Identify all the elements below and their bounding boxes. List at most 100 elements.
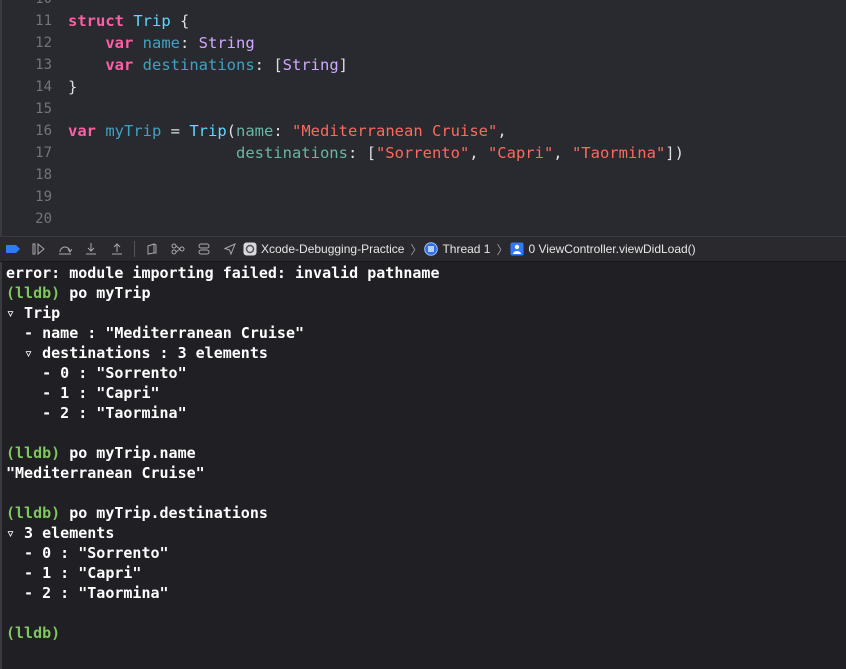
code-token: var	[105, 56, 134, 74]
chevron-right-icon: 〉	[410, 242, 423, 257]
step-out-icon[interactable]	[104, 237, 130, 261]
code-token: Trip	[189, 122, 227, 140]
line-number[interactable]: 10	[2, 0, 52, 10]
code-token: var	[105, 34, 134, 52]
console-line: - 0 : "Sorrento"	[6, 543, 169, 563]
code-token: name	[142, 34, 180, 52]
console-text: error: module importing failed: invalid …	[6, 264, 440, 282]
line-number[interactable]: 20	[2, 208, 52, 230]
code-token: =	[161, 122, 190, 140]
code-token: {	[170, 12, 190, 30]
console-line: - 0 : "Sorrento"	[6, 363, 187, 383]
console-line: - 2 : "Taormina"	[6, 583, 169, 603]
console-text: - name : "Mediterranean Cruise"	[6, 324, 305, 342]
stack-frame-icon	[510, 242, 524, 256]
divider	[134, 241, 135, 257]
thread-name: Thread 1	[442, 242, 491, 256]
code-token: struct	[68, 12, 124, 30]
console-line: - 1 : "Capri"	[6, 383, 160, 403]
line-number[interactable]: 19	[2, 186, 52, 208]
console-line: - 1 : "Capri"	[6, 563, 141, 583]
lldb-prompt: (lldb)	[6, 624, 61, 642]
console-line: ▿ 3 elements	[6, 523, 114, 543]
console-line: - 2 : "Taormina"	[6, 403, 187, 423]
console-text: "Mediterranean Cruise"	[6, 464, 205, 482]
console-line: ▿ Trip	[6, 303, 60, 323]
code-token: : [	[254, 56, 283, 74]
console-text: po myTrip	[60, 284, 151, 302]
line-number[interactable]: 17	[2, 142, 52, 164]
environment-overrides-icon[interactable]	[191, 237, 217, 261]
code-token: String	[198, 34, 255, 52]
code-editor[interactable]: 1011struct Trip {12 var name: String13 v…	[0, 0, 846, 236]
code-token: Trip	[133, 12, 171, 30]
line-number[interactable]: 15	[2, 98, 52, 120]
breakpoints-toggle-icon[interactable]	[0, 237, 26, 261]
line-number[interactable]: 16	[2, 120, 52, 142]
console-text: - 1 : "Capri"	[6, 564, 142, 582]
console-text: ▿ Trip	[6, 304, 61, 322]
console-text: - 1 : "Capri"	[6, 384, 160, 402]
code-token: String	[282, 56, 339, 74]
console-text: ▿ 3 elements	[6, 524, 115, 542]
code-token: name	[236, 122, 274, 140]
code-token: ]	[338, 56, 348, 74]
console-text: - 2 : "Taormina"	[6, 584, 169, 602]
console-line: (lldb)	[6, 623, 60, 643]
breadcrumb-frame[interactable]: 0 ViewController.viewDidLoad()	[510, 242, 696, 256]
code-token: ,	[469, 144, 488, 162]
code-token: "Capri"	[487, 144, 554, 162]
code-token: "Mediterranean Cruise"	[292, 122, 498, 140]
line-number[interactable]: 12	[2, 32, 52, 54]
console-text: ▿ destinations : 3 elements	[6, 344, 268, 362]
console-line: (lldb) po myTrip	[6, 283, 151, 303]
breadcrumb-project[interactable]: Xcode-Debugging-Practice	[243, 242, 404, 256]
step-into-icon[interactable]	[78, 237, 104, 261]
lldb-prompt: (lldb)	[6, 504, 61, 522]
console-line: error: module importing failed: invalid …	[6, 263, 439, 283]
console-text: - 0 : "Sorrento"	[6, 364, 187, 382]
code-token: :	[273, 122, 293, 140]
code-text[interactable]: var myTrip = Trip(name: "Mediterranean C…	[68, 120, 507, 142]
project-name: Xcode-Debugging-Practice	[261, 242, 405, 256]
code-token: var	[68, 122, 96, 140]
code-token: ,	[497, 122, 507, 140]
console-text: po myTrip.destinations	[60, 504, 268, 522]
location-icon[interactable]	[217, 237, 243, 261]
console-line: ▿ destinations : 3 elements	[6, 343, 268, 363]
console-line: "Mediterranean Cruise"	[6, 463, 205, 483]
line-number[interactable]: 11	[2, 10, 52, 32]
code-text[interactable]: struct Trip {	[68, 10, 189, 32]
app-target-icon	[243, 242, 257, 256]
line-number[interactable]: 14	[2, 76, 52, 98]
code-token: ])	[665, 144, 684, 162]
code-token: destinations	[235, 144, 348, 162]
code-token: :	[180, 34, 199, 52]
code-text[interactable]: var name: String	[68, 32, 255, 54]
code-token: : [	[347, 144, 376, 162]
code-token: }	[68, 78, 78, 96]
debug-console[interactable]: error: module importing failed: invalid …	[0, 262, 846, 669]
code-text[interactable]: var destinations: [String]	[68, 54, 348, 76]
code-text[interactable]: destinations: ["Sorrento", "Capri", "Tao…	[68, 142, 684, 164]
thread-icon	[424, 242, 439, 256]
code-token: ,	[553, 144, 572, 162]
memory-graph-icon[interactable]	[165, 237, 191, 261]
lldb-prompt: (lldb)	[6, 284, 61, 302]
view-hierarchy-icon[interactable]	[139, 237, 165, 261]
chevron-right-icon: 〉	[496, 242, 509, 257]
breadcrumb-thread[interactable]: Thread 1	[424, 242, 490, 256]
code-token: (	[226, 122, 237, 140]
step-over-icon[interactable]	[52, 237, 78, 261]
code-text[interactable]: }	[68, 76, 77, 98]
line-number[interactable]: 13	[2, 54, 52, 76]
console-text: po myTrip.name	[60, 444, 196, 462]
line-number[interactable]: 18	[2, 164, 52, 186]
continue-icon[interactable]	[26, 237, 52, 261]
